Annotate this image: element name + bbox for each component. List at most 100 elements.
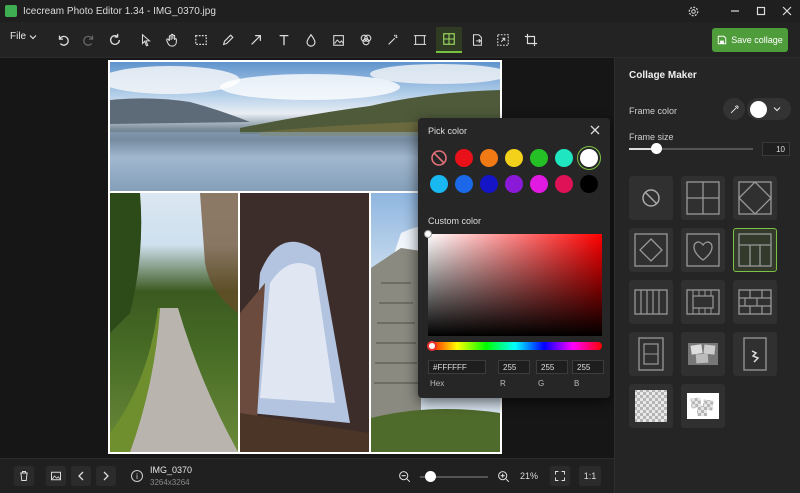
hue-slider[interactable] xyxy=(428,342,602,350)
magic-wand-icon[interactable] xyxy=(381,27,405,53)
color-swatch[interactable] xyxy=(430,175,448,193)
maximize-button[interactable] xyxy=(748,0,774,22)
crop-icon[interactable] xyxy=(519,27,543,53)
layout-heart[interactable] xyxy=(681,228,725,272)
collage-tool-icon[interactable] xyxy=(436,27,462,53)
color-swatch[interactable] xyxy=(455,175,473,193)
image-dimensions: 3264x3264 xyxy=(150,478,190,487)
save-collage-label: Save collage xyxy=(731,35,783,45)
layout-grid-four[interactable] xyxy=(681,176,725,220)
app-logo-icon xyxy=(5,5,17,17)
color-swatch[interactable] xyxy=(480,149,498,167)
layout-scattered-photos[interactable] xyxy=(681,332,725,376)
frame-color-label: Frame color xyxy=(629,106,678,116)
gallery-icon[interactable] xyxy=(46,466,66,486)
color-swatch[interactable] xyxy=(505,175,523,193)
settings-gear-icon[interactable] xyxy=(680,0,706,22)
b-label: B xyxy=(574,379,580,388)
file-menu[interactable]: File xyxy=(10,31,37,42)
color-swatch[interactable] xyxy=(580,175,598,193)
color-swatch[interactable] xyxy=(555,149,573,167)
hex-label: Hex xyxy=(430,379,445,388)
layout-bricks[interactable] xyxy=(733,280,777,324)
arrow-icon[interactable] xyxy=(244,27,268,53)
previous-image-button[interactable] xyxy=(71,466,91,486)
hue-handle[interactable] xyxy=(427,341,437,351)
no-color-swatch[interactable] xyxy=(430,149,448,167)
eyedropper-icon xyxy=(730,104,739,113)
color-swatch[interactable] xyxy=(580,149,598,167)
undo-button[interactable] xyxy=(51,27,75,53)
zoom-out-icon[interactable] xyxy=(398,470,411,486)
file-menu-label: File xyxy=(10,31,27,42)
filters-icon[interactable] xyxy=(354,27,378,53)
saturation-value-field[interactable] xyxy=(428,234,602,336)
layout-diamond-inset[interactable] xyxy=(629,228,673,272)
layout-torn-paper[interactable] xyxy=(733,332,777,376)
next-image-button[interactable] xyxy=(96,466,116,486)
close-picker-icon[interactable] xyxy=(590,125,602,137)
layout-vertical-strips[interactable] xyxy=(629,280,673,324)
layout-polaroid-scatter[interactable] xyxy=(681,384,725,428)
main-toolbar: File Save collage xyxy=(0,22,800,58)
hand-pan-icon[interactable] xyxy=(160,27,184,53)
layout-checker-square[interactable] xyxy=(629,384,673,428)
frame-size-handle[interactable] xyxy=(651,143,663,154)
panel-title: Collage Maker xyxy=(629,70,697,81)
custom-color-label: Custom color xyxy=(428,216,482,226)
collage-photo-stone-arch[interactable] xyxy=(240,193,369,452)
minimize-button[interactable] xyxy=(722,0,748,22)
color-swatch[interactable] xyxy=(555,175,573,193)
resize-icon[interactable] xyxy=(491,27,515,53)
chevron-down-icon xyxy=(773,107,781,112)
export-icon[interactable] xyxy=(465,27,489,53)
hex-input[interactable]: #FFFFFF xyxy=(428,360,486,374)
bottom-bar: i IMG_0370 3264x3264 21% 1:1 xyxy=(0,458,614,493)
sv-handle[interactable] xyxy=(424,230,432,238)
title-bar: Icecream Photo Editor 1.34 - IMG_0370.jp… xyxy=(0,0,800,22)
color-swatch[interactable] xyxy=(455,149,473,167)
eyedropper-button[interactable] xyxy=(723,98,745,120)
text-icon[interactable] xyxy=(272,27,296,53)
chevron-down-icon xyxy=(29,34,37,39)
close-window-button[interactable] xyxy=(774,0,800,22)
pencil-icon[interactable] xyxy=(216,27,240,53)
collage-photo-garden-path[interactable] xyxy=(110,193,238,452)
r-input[interactable]: 255 xyxy=(498,360,530,374)
pick-color-popup: Pick color Custom color #FFFFFF 255 255 … xyxy=(418,118,610,398)
file-name: IMG_0370 xyxy=(150,465,193,475)
delete-trash-icon[interactable] xyxy=(14,466,34,486)
color-swatch[interactable] xyxy=(505,149,523,167)
color-swatch[interactable] xyxy=(480,175,498,193)
collage-maker-panel: Collage Maker Frame color Frame size 10 xyxy=(614,58,800,493)
add-image-icon[interactable] xyxy=(327,27,351,53)
b-input[interactable]: 255 xyxy=(572,360,604,374)
zoom-slider-handle[interactable] xyxy=(425,471,437,482)
frame-image-icon[interactable] xyxy=(408,27,432,53)
g-input[interactable]: 255 xyxy=(536,360,568,374)
frame-size-label: Frame size xyxy=(629,132,674,142)
actual-size-button[interactable]: 1:1 xyxy=(579,466,601,486)
color-swatch[interactable] xyxy=(530,175,548,193)
layout-one-top-three-bottom[interactable] xyxy=(733,228,777,272)
zoom-percent: 21% xyxy=(520,471,539,481)
select-cursor-icon[interactable] xyxy=(134,27,158,53)
layout-framed-stack[interactable] xyxy=(629,332,673,376)
frame-color-dropdown[interactable] xyxy=(747,98,791,120)
redo-button[interactable] xyxy=(77,27,101,53)
layout-diamond[interactable] xyxy=(733,176,777,220)
fit-screen-icon[interactable] xyxy=(550,466,570,486)
color-swatch[interactable] xyxy=(530,149,548,167)
reset-icon[interactable] xyxy=(103,27,127,53)
pick-color-title: Pick color xyxy=(428,126,468,136)
frame-color-swatch xyxy=(750,100,767,118)
layout-none[interactable] xyxy=(629,176,673,220)
info-icon[interactable]: i xyxy=(131,470,143,482)
selection-rect-icon[interactable] xyxy=(189,27,213,53)
frame-size-slider[interactable] xyxy=(629,148,753,150)
blur-drop-icon[interactable] xyxy=(299,27,323,53)
save-collage-button[interactable]: Save collage xyxy=(712,28,788,52)
zoom-in-icon[interactable] xyxy=(497,470,510,486)
layout-film-frame[interactable] xyxy=(681,280,725,324)
frame-size-input[interactable]: 10 xyxy=(762,142,790,156)
